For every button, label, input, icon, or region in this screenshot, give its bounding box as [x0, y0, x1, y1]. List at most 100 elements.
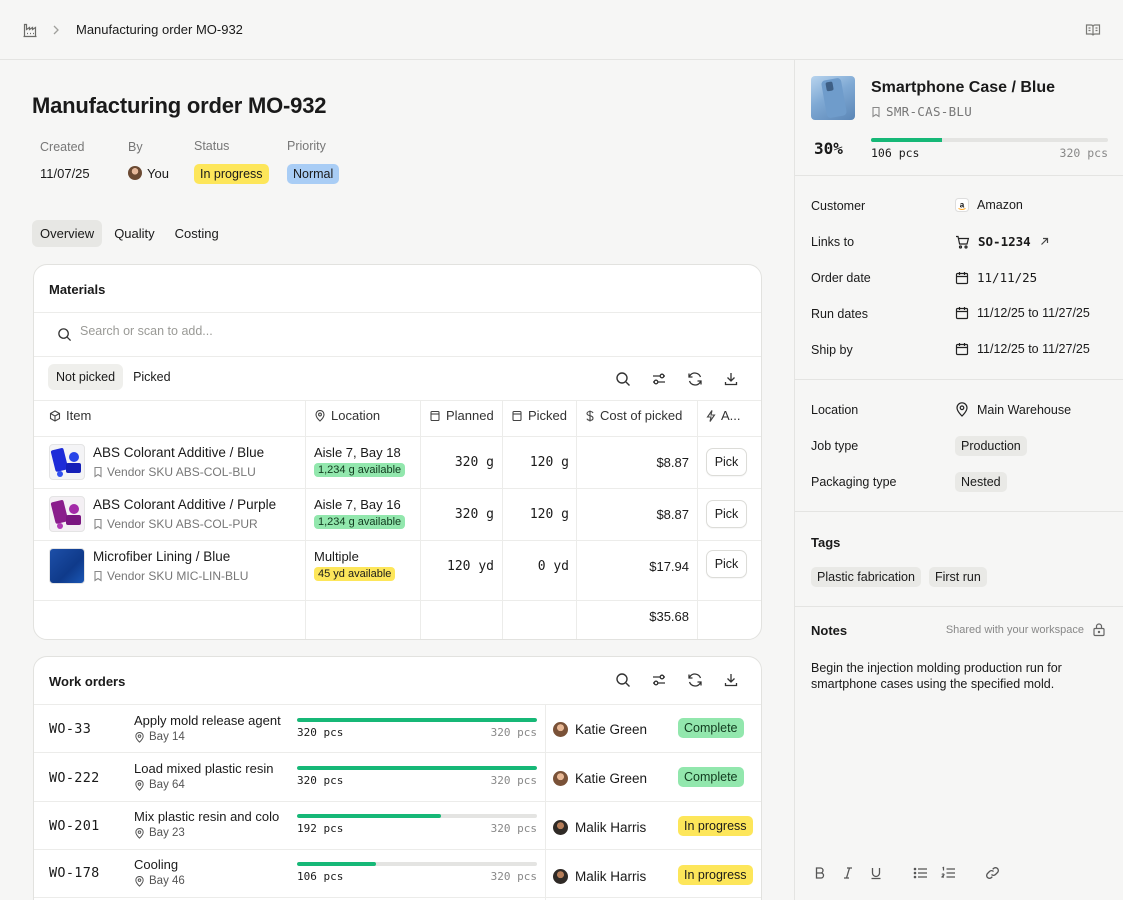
status-badge: In progress [678, 865, 753, 885]
col-planned[interactable]: Planned [429, 408, 494, 423]
work-order-name: Apply mold release agent [134, 713, 281, 728]
notes-editor[interactable]: Begin the injection molding production r… [811, 660, 1101, 692]
priority-badge[interactable]: Normal [287, 164, 340, 184]
progress-percent: 30% [814, 139, 843, 158]
work-order-id[interactable]: WO-178 [49, 865, 100, 881]
subtab-not-picked[interactable]: Not picked [48, 364, 124, 390]
map-pin-icon [134, 827, 145, 839]
ship-by-value[interactable]: 11/12/25 to 11/27/25 [955, 342, 1090, 356]
assignee[interactable]: Katie Green [553, 771, 647, 786]
run-dates-value[interactable]: 11/12/25 to 11/27/25 [955, 306, 1090, 320]
notes-sharing-hint: Shared with your workspace [945, 624, 1084, 636]
sliders-icon[interactable] [651, 371, 667, 387]
tab-costing[interactable]: Costing [167, 220, 227, 247]
location-value[interactable]: Main Warehouse [955, 402, 1071, 417]
refresh-icon[interactable] [687, 672, 703, 688]
lock-icon[interactable] [1092, 622, 1106, 637]
work-order-total: 320 pcs [490, 822, 537, 835]
assignee[interactable]: Katie Green [553, 722, 647, 737]
product-total: 320 pcs [1059, 146, 1108, 160]
refresh-icon[interactable] [687, 371, 703, 387]
product-sku: SMR-CAS-BLU [871, 104, 972, 119]
item-thumbnail [49, 496, 85, 532]
work-orders-title: Work orders [49, 674, 126, 689]
bullet-list-icon[interactable] [913, 866, 928, 880]
work-order-name: Cooling [134, 857, 179, 872]
book-icon[interactable] [1085, 22, 1101, 38]
search-input[interactable] [80, 324, 480, 338]
italic-icon[interactable] [841, 866, 855, 880]
item-name[interactable]: Microfiber Lining / Blue [93, 549, 230, 564]
link-icon[interactable] [985, 866, 1000, 880]
sliders-icon[interactable] [651, 672, 667, 688]
order-date-value[interactable]: 11/11/25 [955, 270, 1037, 285]
col-picked[interactable]: Picked [511, 408, 567, 423]
subtab-picked[interactable]: Picked [125, 364, 179, 390]
picked-qty: 0 yd [537, 559, 569, 574]
tag[interactable]: Plastic fabrication [811, 567, 921, 587]
factory-icon[interactable] [22, 22, 38, 38]
pick-button[interactable]: Pick [706, 550, 747, 578]
underline-icon[interactable] [869, 866, 883, 880]
status-badge: Complete [678, 767, 744, 787]
priority-badge-text: Normal [287, 164, 340, 184]
pick-button[interactable]: Pick [706, 500, 747, 528]
col-location[interactable]: Location [314, 408, 380, 423]
product-title[interactable]: Smartphone Case / Blue [871, 79, 1055, 97]
bookmark-icon [93, 570, 103, 582]
details-panel: Smartphone Case / Blue SMR-CAS-BLU 30% 1… [794, 60, 1123, 900]
tag-list: Plastic fabrication First run [811, 567, 987, 587]
product-progress [871, 138, 1108, 142]
numbered-list-icon[interactable] [941, 866, 956, 880]
work-order-id[interactable]: WO-201 [49, 818, 100, 834]
calendar-icon [955, 306, 969, 320]
file-icon [429, 410, 441, 422]
planned-qty: 120 yd [447, 559, 494, 574]
assignee[interactable]: Malik Harris [553, 869, 646, 884]
work-order-bay: Bay 46 [134, 875, 185, 887]
assignee[interactable]: Malik Harris [553, 820, 646, 835]
main-content: Manufacturing order MO-932 Created 11/07… [0, 60, 794, 900]
map-pin-icon [134, 875, 145, 887]
search-icon[interactable] [615, 672, 631, 688]
col-item[interactable]: Item [49, 408, 91, 423]
work-order-progress [297, 862, 537, 866]
tab-quality[interactable]: Quality [106, 220, 162, 247]
product-image [811, 76, 855, 120]
job-type-value[interactable]: Production [955, 436, 1027, 456]
download-icon[interactable] [723, 672, 739, 688]
status-badge[interactable]: In progress [194, 164, 269, 184]
location-name: Aisle 7, Bay 16 [314, 497, 401, 512]
ship-by-label: Ship by [811, 343, 853, 357]
search-icon[interactable] [615, 371, 631, 387]
packaging-value[interactable]: Nested [955, 472, 1007, 492]
pick-button[interactable]: Pick [706, 448, 747, 476]
item-name[interactable]: ABS Colorant Additive / Purple [93, 497, 276, 512]
item-thumbnail [49, 548, 85, 584]
col-cost[interactable]: Cost of picked [585, 408, 682, 423]
customer-value[interactable]: a Amazon [955, 198, 1023, 212]
item-name[interactable]: ABS Colorant Additive / Blue [93, 445, 264, 460]
amazon-logo-icon: a [955, 198, 969, 212]
materials-title: Materials [49, 282, 106, 297]
top-bar: Manufacturing order MO-932 [0, 0, 1123, 60]
download-icon[interactable] [723, 371, 739, 387]
dollar-icon [585, 410, 595, 422]
bolt-icon [706, 409, 716, 422]
materials-search [34, 312, 761, 356]
bold-icon[interactable] [813, 866, 827, 880]
svg-text:a: a [960, 201, 965, 210]
work-order-id[interactable]: WO-222 [49, 770, 100, 786]
work-order-id[interactable]: WO-33 [49, 721, 91, 737]
col-action[interactable]: A... [706, 408, 741, 423]
work-order-progress [297, 766, 537, 770]
avatar [553, 771, 568, 786]
item-sku: Vendor SKU MIC-LIN-BLU [93, 569, 248, 583]
order-date-label: Order date [811, 271, 871, 285]
cost-value: $8.87 [656, 455, 689, 470]
tab-overview[interactable]: Overview [32, 220, 103, 247]
created-label: Created [40, 140, 85, 154]
tag[interactable]: First run [928, 567, 987, 587]
item-thumbnail [49, 444, 85, 480]
links-value[interactable]: SO-1234 [955, 234, 1050, 249]
